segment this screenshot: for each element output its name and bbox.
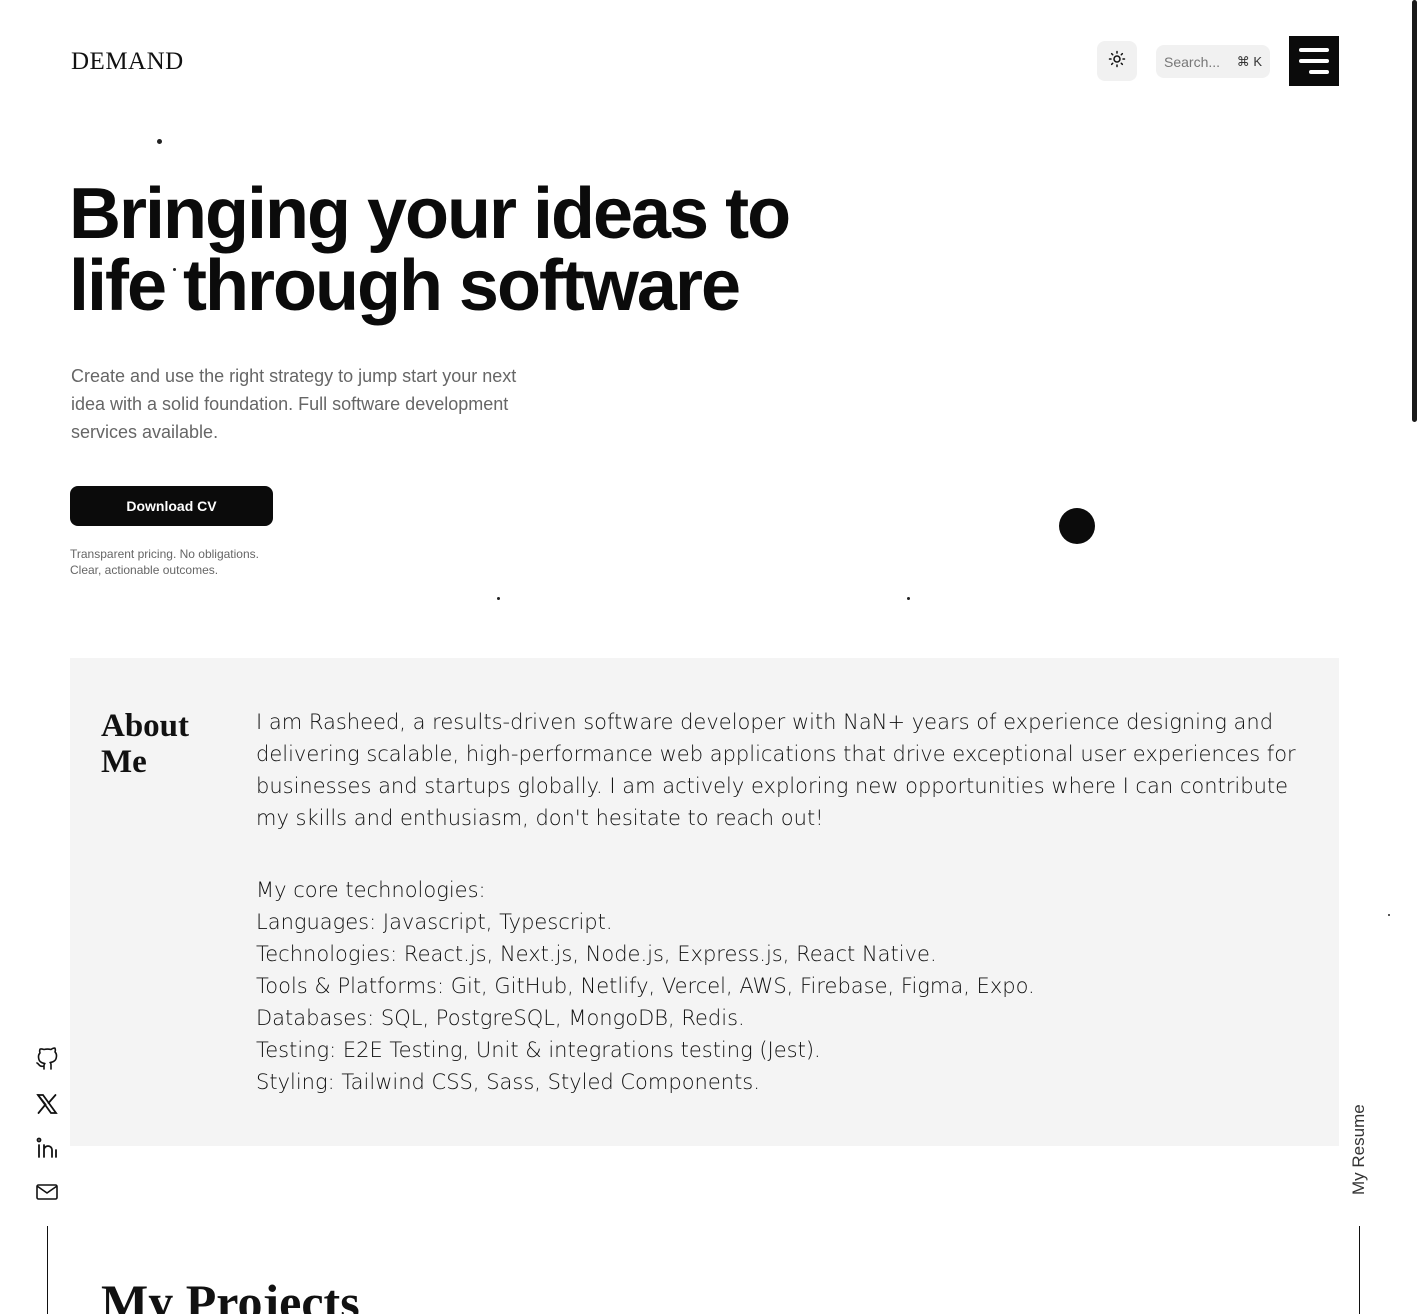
email-link[interactable] [34, 1181, 60, 1207]
about-text: I am Rasheed, a results-driven software … [256, 706, 1306, 1098]
linkedin-icon [35, 1136, 59, 1165]
cta-note-line: Clear, actionable outcomes. [70, 563, 219, 577]
github-icon [35, 1046, 59, 1076]
menu-button[interactable] [1289, 36, 1339, 86]
x-twitter-icon [35, 1092, 59, 1121]
left-rail-line [47, 1226, 48, 1314]
hero-title: Bringing your ideas to life through soft… [69, 178, 869, 322]
decorative-dot [157, 139, 162, 144]
tech-line: Languages: Javascript, Typescript. [256, 910, 613, 934]
tech-list: My core technologies: Languages: Javascr… [256, 874, 1306, 1098]
about-intro: I am Rasheed, a results-driven software … [256, 710, 1296, 830]
site-logo[interactable]: DEMAND [71, 48, 184, 76]
search-placeholder: Search... [1164, 53, 1221, 70]
projects-title: My Projects [101, 1274, 360, 1314]
tech-line: Tools & Platforms: Git, GitHub, Netlify,… [256, 974, 1035, 998]
hamburger-menu-icon [1299, 59, 1329, 63]
about-section: About Me I am Rasheed, a results-driven … [70, 658, 1339, 1146]
hero-title-line: life through software [69, 246, 741, 326]
decorative-dot [497, 597, 500, 600]
mail-icon [35, 1180, 59, 1209]
hamburger-menu-icon [1299, 48, 1329, 52]
right-rail-line [1359, 1226, 1360, 1314]
tech-line: Databases: SQL, PostgreSQL, MongoDB, Red… [256, 1006, 745, 1030]
decorative-dot [907, 597, 910, 600]
x-twitter-link[interactable] [34, 1093, 60, 1119]
cta-note-line: Transparent pricing. No obligations. [70, 547, 259, 561]
about-title: About Me [101, 708, 190, 780]
hero-title-line: Bringing your ideas to [69, 174, 791, 254]
cta-note: Transparent pricing. No obligations. Cle… [70, 546, 259, 578]
tech-line: Styling: Tailwind CSS, Sass, Styled Comp… [256, 1070, 760, 1094]
tech-heading: My core technologies: [256, 878, 486, 902]
page-scrollbar[interactable] [1411, 0, 1419, 422]
sun-icon [1108, 50, 1126, 73]
hamburger-menu-icon [1309, 70, 1329, 74]
download-cv-button[interactable]: Download CV [70, 486, 273, 526]
decorative-dot [1388, 914, 1390, 916]
scrollbar-thumb[interactable] [1412, 0, 1417, 422]
cursor-follower [1059, 508, 1095, 544]
hero-subtitle: Create and use the right strategy to jum… [71, 366, 517, 442]
search-shortcut: ⌘ K [1236, 53, 1262, 69]
my-resume-link[interactable]: My Resume [1349, 1104, 1369, 1195]
tech-line: Technologies: React.js, Next.js, Node.js… [256, 942, 937, 966]
theme-toggle-button[interactable] [1097, 41, 1137, 81]
linkedin-link[interactable] [34, 1137, 60, 1163]
github-link[interactable] [34, 1046, 60, 1076]
search-input[interactable]: Search... ⌘ K [1156, 45, 1270, 78]
tech-line: Testing: E2E Testing, Unit & integration… [256, 1038, 821, 1062]
